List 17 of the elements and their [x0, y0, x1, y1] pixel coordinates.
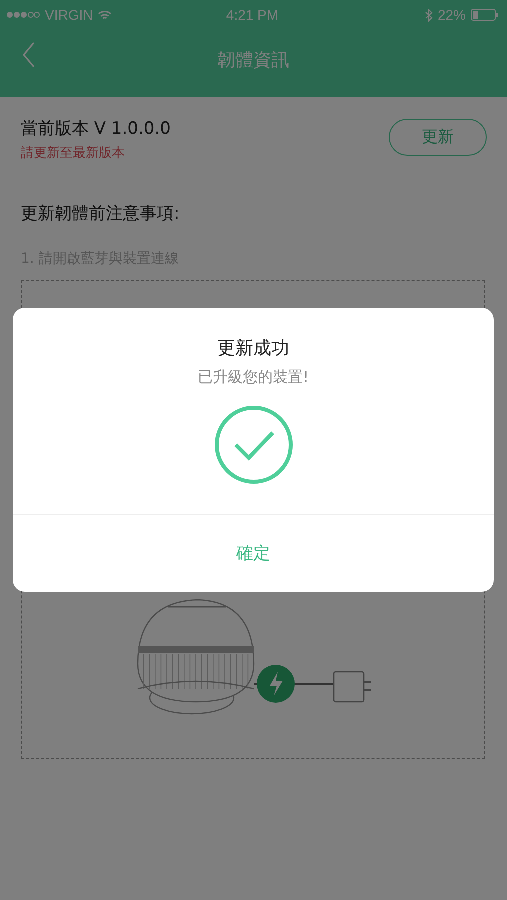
- battery-icon: [470, 9, 499, 21]
- dialog-title: 更新成功: [218, 337, 290, 360]
- carrier-name: VIRGIN: [45, 7, 94, 23]
- current-version: 當前版本 V 1.0.0.0: [21, 118, 171, 140]
- signal-icon: [6, 11, 40, 19]
- screen-title: 韌體資訊: [218, 49, 290, 72]
- wifi-icon: [98, 10, 112, 20]
- dialog-message: 已升級您的裝置!: [198, 368, 309, 387]
- confirm-button[interactable]: 確定: [13, 514, 494, 592]
- status-time: 4:21 PM: [226, 7, 279, 23]
- update-button[interactable]: 更新: [389, 119, 487, 156]
- bluetooth-icon: [424, 8, 433, 22]
- notes-heading: 更新韌體前注意事項:: [21, 203, 181, 225]
- checkmark-icon: [214, 405, 294, 485]
- update-hint: 請更新至最新版本: [21, 145, 126, 162]
- battery-percent: 22%: [438, 7, 466, 23]
- back-icon[interactable]: [22, 42, 36, 68]
